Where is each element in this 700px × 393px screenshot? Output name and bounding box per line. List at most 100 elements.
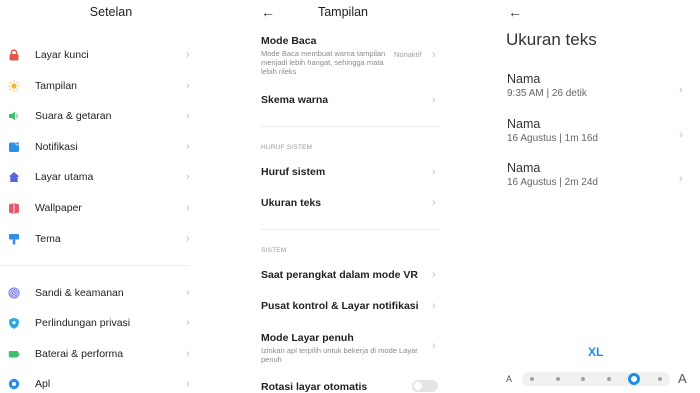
mode-baca-value: Nonaktif bbox=[394, 50, 422, 59]
text-size-panel: ← Ukuran teks Nama 9:35 AM | 26 detik › … bbox=[478, 0, 700, 393]
chevron-right-icon: › bbox=[186, 233, 190, 245]
chevron-right-icon: › bbox=[679, 173, 683, 185]
slider-step-dot[interactable] bbox=[530, 377, 534, 381]
apps-gear-icon bbox=[8, 378, 20, 390]
layar-penuh-row[interactable]: Mode Layar penuh Izinkan apl terpilih un… bbox=[261, 332, 441, 364]
preview-item: Nama 9:35 AM | 26 detik › bbox=[507, 72, 692, 99]
settings-item-wallpaper[interactable]: Wallpaper › bbox=[0, 196, 200, 220]
divider bbox=[261, 229, 439, 230]
display-panel: ← Tampilan Mode Baca Mode Baca membuat w… bbox=[232, 0, 454, 393]
mode-baca-row[interactable]: Mode Baca Mode Baca membuat warna tampil… bbox=[261, 35, 441, 76]
chevron-right-icon: › bbox=[679, 129, 683, 141]
settings-item-label: Notifikasi bbox=[35, 141, 78, 153]
skema-warna-label: Skema warna bbox=[261, 94, 329, 106]
huruf-sistem-row[interactable]: Huruf sistem › bbox=[261, 166, 441, 178]
settings-item-label: Suara & getaran bbox=[35, 110, 112, 122]
display-title: Tampilan bbox=[317, 5, 369, 19]
settings-title: Setelan bbox=[89, 5, 133, 19]
settings-item-label: Wallpaper bbox=[35, 202, 82, 214]
home-icon bbox=[8, 171, 20, 183]
pusat-kontrol-label: Pusat kontrol & Layar notifikasi bbox=[261, 300, 419, 312]
chevron-right-icon: › bbox=[432, 340, 436, 352]
settings-item-privasi[interactable]: Perlindungan privasi › bbox=[0, 311, 200, 335]
preview-name: Nama bbox=[507, 72, 541, 86]
chevron-right-icon: › bbox=[432, 269, 436, 281]
chevron-right-icon: › bbox=[432, 300, 436, 312]
mode-baca-label: Mode Baca bbox=[261, 35, 317, 47]
chevron-right-icon: › bbox=[186, 348, 190, 360]
settings-item-layar-kunci[interactable]: Layar kunci › bbox=[0, 43, 200, 67]
vr-mode-label: Saat perangkat dalam mode VR bbox=[261, 269, 418, 281]
sun-icon bbox=[8, 80, 20, 92]
slider-step-dot[interactable] bbox=[555, 377, 560, 381]
chevron-right-icon: › bbox=[432, 197, 436, 209]
speaker-icon bbox=[8, 110, 20, 122]
chevron-right-icon: › bbox=[186, 141, 190, 153]
settings-item-apl[interactable]: Apl › bbox=[0, 372, 200, 393]
settings-item-label: Sandi & keamanan bbox=[35, 287, 124, 299]
slider-thumb[interactable] bbox=[628, 373, 641, 385]
chevron-right-icon: › bbox=[186, 49, 190, 61]
vr-mode-row[interactable]: Saat perangkat dalam mode VR › bbox=[261, 269, 441, 281]
slider-step-dot[interactable] bbox=[581, 377, 586, 381]
settings-item-notifikasi[interactable]: Notifikasi › bbox=[0, 135, 200, 159]
chevron-right-icon: › bbox=[186, 110, 190, 122]
ukuran-teks-label: Ukuran teks bbox=[261, 197, 322, 209]
layar-penuh-description: Izinkan apl terpilih untuk bekerja di mo… bbox=[261, 346, 418, 364]
slider-step-dot[interactable] bbox=[658, 377, 662, 381]
skema-warna-row[interactable]: Skema warna › bbox=[261, 94, 441, 106]
slider-min-label: A bbox=[506, 374, 513, 384]
text-size-slider[interactable] bbox=[522, 372, 670, 386]
chevron-right-icon: › bbox=[186, 202, 190, 214]
fingerprint-icon bbox=[8, 287, 20, 299]
settings-item-label: Tema bbox=[35, 233, 61, 245]
chevron-right-icon: › bbox=[679, 84, 683, 96]
preview-name: Nama bbox=[507, 161, 541, 175]
battery-icon bbox=[8, 348, 20, 360]
chevron-right-icon: › bbox=[186, 317, 190, 329]
settings-item-baterai[interactable]: Baterai & performa › bbox=[0, 342, 200, 366]
toggle-knob bbox=[414, 382, 422, 390]
divider bbox=[0, 265, 190, 266]
section-header-sistem: SISTEM bbox=[261, 247, 287, 254]
settings-item-label: Tampilan bbox=[35, 80, 78, 92]
settings-item-tema[interactable]: Tema › bbox=[0, 227, 200, 251]
section-header-huruf: HURUF SISTEM bbox=[261, 144, 313, 151]
privacy-shield-icon bbox=[8, 317, 20, 329]
back-arrow-icon[interactable]: ← bbox=[508, 5, 522, 19]
settings-item-suara[interactable]: Suara & getaran › bbox=[0, 104, 200, 128]
chevron-right-icon: › bbox=[432, 166, 436, 178]
preview-name: Nama bbox=[507, 117, 541, 131]
preview-meta: 9:35 AM | 26 detik bbox=[507, 88, 587, 99]
chevron-right-icon: › bbox=[186, 378, 190, 390]
chevron-right-icon: › bbox=[186, 171, 190, 183]
lock-icon bbox=[8, 49, 20, 61]
settings-item-tampilan[interactable]: Tampilan › bbox=[0, 74, 200, 98]
preview-item: Nama 16 Agustus | 1m 16d › bbox=[507, 117, 692, 144]
settings-item-label: Baterai & performa bbox=[35, 348, 124, 360]
slider-max-label: A bbox=[678, 371, 687, 386]
settings-item-label: Apl bbox=[35, 378, 51, 390]
rotasi-toggle[interactable] bbox=[412, 380, 438, 392]
pusat-kontrol-row[interactable]: Pusat kontrol & Layar notifikasi › bbox=[261, 300, 441, 312]
layar-penuh-label: Mode Layar penuh bbox=[261, 332, 354, 344]
ukuran-teks-row[interactable]: Ukuran teks › bbox=[261, 197, 441, 209]
settings-panel: Setelan Layar kunci › Tampilan › Suara &… bbox=[0, 0, 222, 393]
text-size-title: Ukuran teks bbox=[506, 30, 597, 49]
settings-item-label: Layar utama bbox=[35, 171, 94, 183]
slider-step-dot[interactable] bbox=[606, 377, 611, 381]
chevron-right-icon: › bbox=[186, 287, 190, 299]
divider bbox=[261, 126, 439, 127]
settings-item-layar-utama[interactable]: Layar utama › bbox=[0, 165, 200, 189]
mode-baca-description: Mode Baca membuat warna tampilan menjadi… bbox=[261, 49, 386, 76]
settings-item-label: Perlindungan privasi bbox=[35, 317, 131, 329]
settings-item-sandi[interactable]: Sandi & keamanan › bbox=[0, 281, 200, 305]
chevron-right-icon: › bbox=[432, 94, 436, 106]
huruf-sistem-label: Huruf sistem bbox=[261, 166, 326, 178]
settings-item-label: Layar kunci bbox=[35, 49, 89, 61]
wallpaper-icon bbox=[8, 202, 20, 214]
preview-meta: 16 Agustus | 1m 16d bbox=[507, 133, 598, 144]
preview-meta: 16 Agustus | 2m 24d bbox=[507, 177, 598, 188]
preview-item: Nama 16 Agustus | 2m 24d › bbox=[507, 161, 692, 188]
notification-icon bbox=[8, 141, 20, 153]
